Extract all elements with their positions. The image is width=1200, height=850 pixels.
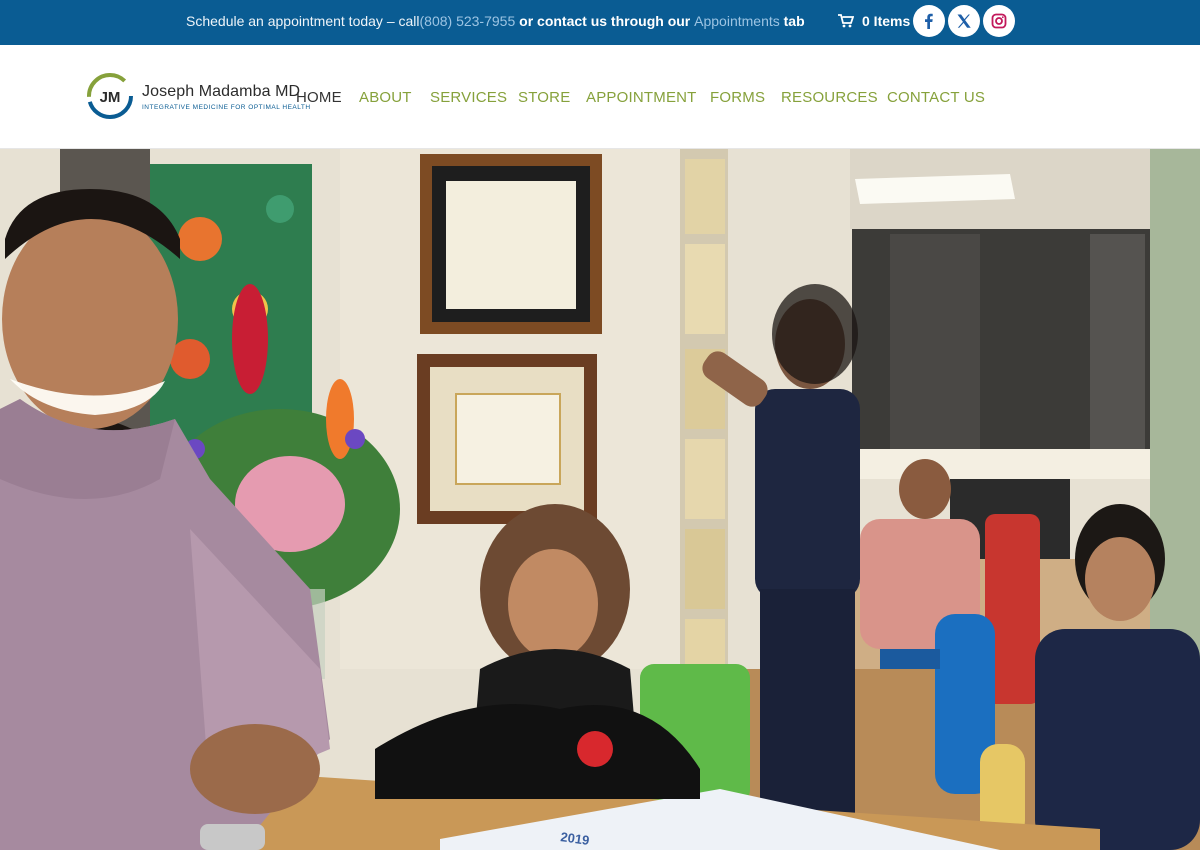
facebook-icon	[925, 13, 933, 29]
message-prefix: Schedule an appointment today – call	[186, 13, 420, 29]
message-suffix: tab	[779, 13, 805, 29]
appointments-link[interactable]: Appointments	[694, 13, 780, 29]
nav-services[interactable]: SERVICES	[430, 89, 507, 106]
cart-icon	[838, 14, 854, 28]
instagram-icon	[991, 13, 1007, 29]
x-button[interactable]	[948, 5, 980, 37]
message-middle: or contact us through our	[515, 13, 695, 29]
site-header: JM Joseph Madamba MD INTEGRATIVE MEDICIN…	[0, 45, 1200, 149]
top-announcement-bar: Schedule an appointment today – call(808…	[0, 0, 1200, 45]
nav-about[interactable]: ABOUT	[359, 89, 412, 106]
nav-appointment[interactable]: APPOINTMENT	[586, 89, 697, 106]
instagram-button[interactable]	[983, 5, 1015, 37]
nav-home[interactable]: HOME	[296, 89, 342, 106]
x-icon	[957, 14, 971, 28]
appointment-message: Schedule an appointment today – call(808…	[186, 13, 805, 29]
cart-count: 0 Items	[862, 13, 911, 29]
facebook-button[interactable]	[913, 5, 945, 37]
nav-forms[interactable]: FORMS	[710, 89, 765, 106]
nav-resources[interactable]: RESOURCES	[781, 89, 878, 106]
phone-link[interactable]: (808) 523-7955	[420, 13, 516, 29]
office-team-photo: 2019	[0, 149, 1200, 850]
hero-photo: 2019	[0, 149, 1200, 850]
main-navigation: HOME ABOUT SERVICES STORE APPOINTMENT FO…	[0, 45, 1200, 149]
nav-contact-us[interactable]: CONTACT US	[887, 89, 985, 106]
nav-store[interactable]: STORE	[518, 89, 570, 106]
cart-link[interactable]: 0 Items	[838, 13, 910, 29]
